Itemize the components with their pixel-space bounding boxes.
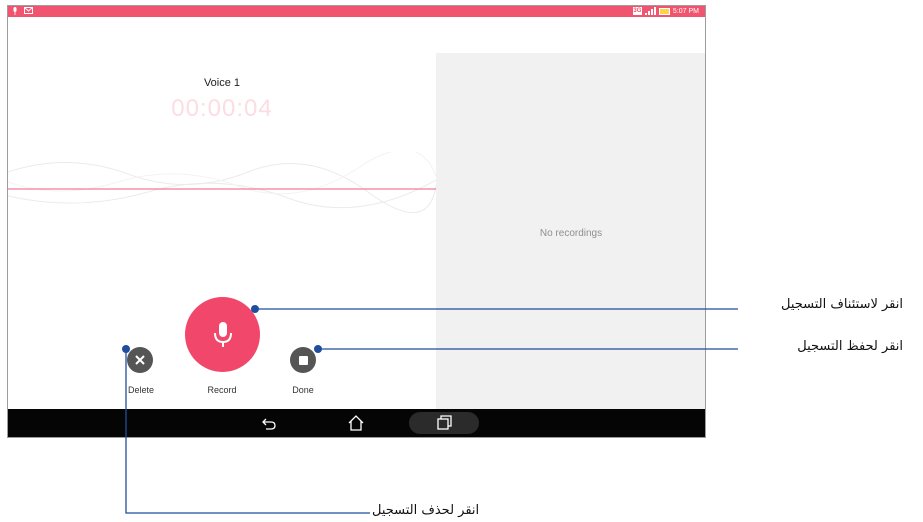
callout-delete-line — [122, 345, 370, 514]
callout-save-line — [314, 345, 738, 353]
callout-resume-line — [251, 305, 738, 313]
callout-resume-text: انقر لاستئناف التسجيل — [780, 297, 903, 312]
callout-lines — [122, 305, 738, 514]
callout-save-text: انقر لحفظ التسجيل — [797, 339, 903, 354]
callout-delete-text: انقر لحذف التسجيل — [372, 503, 480, 518]
